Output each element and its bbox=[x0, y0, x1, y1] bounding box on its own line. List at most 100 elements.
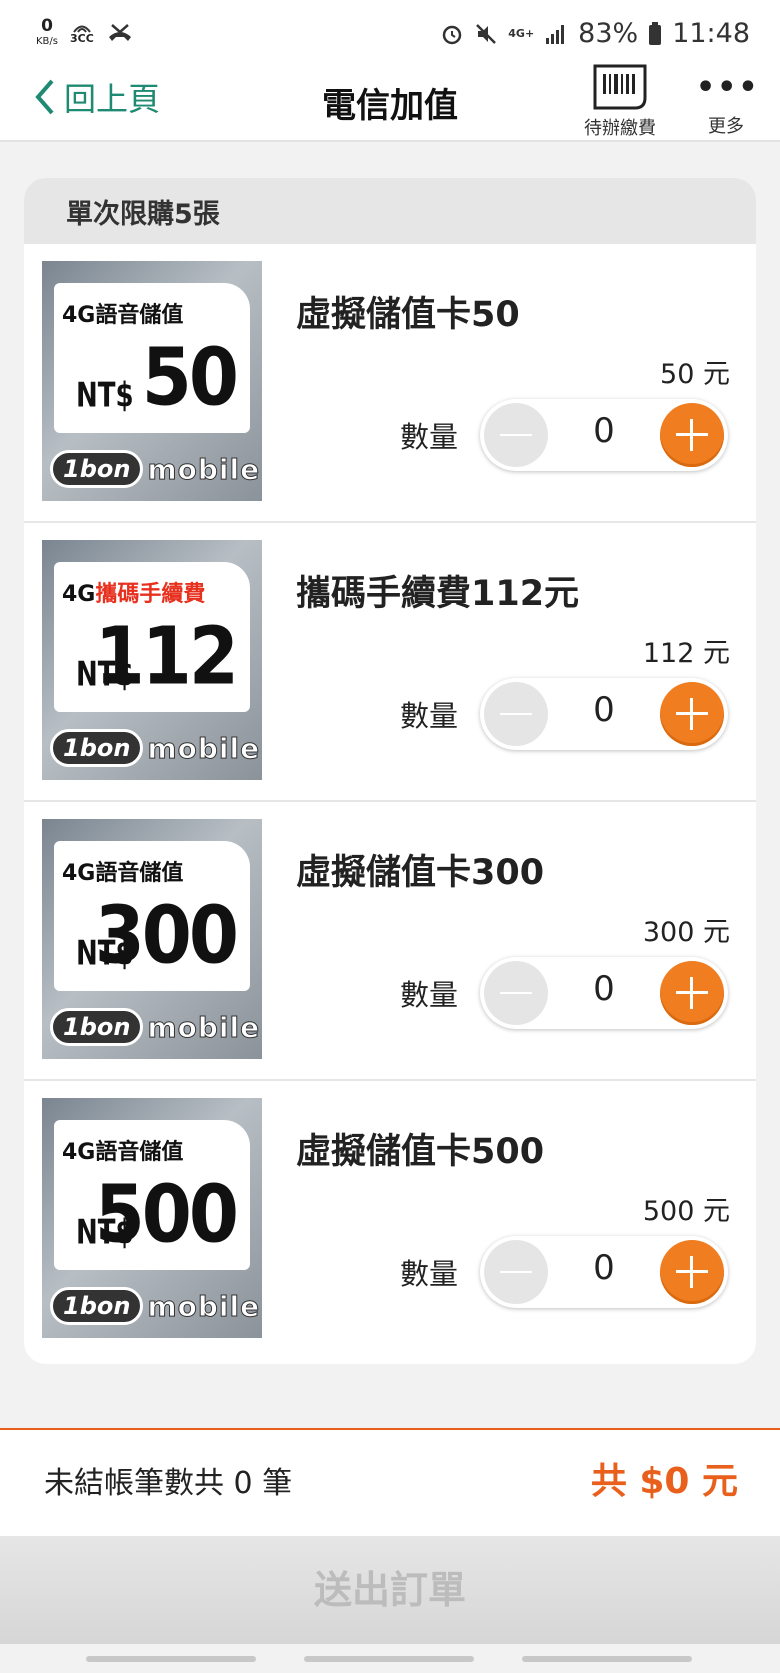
card-thumbnail: 4G語音儲值 NT$ 50 1bon mobile bbox=[42, 261, 262, 501]
network-speed: 0 KB/s bbox=[36, 18, 58, 47]
battery-percent: 83% bbox=[578, 18, 639, 49]
card-thumbnail: 4G攜碼手續費 NT$ 112 1bon mobile bbox=[42, 540, 262, 780]
gesture-pill bbox=[86, 1656, 256, 1662]
status-left: 0 KB/s 3CC bbox=[36, 18, 134, 47]
logo-pill: 1bon bbox=[50, 729, 144, 767]
quantity-label: 數量 bbox=[400, 978, 459, 1012]
card-thumbnail: 4G語音儲值 NT$ 300 1bon mobile bbox=[42, 819, 262, 1059]
card-title-text: 4G語音儲值 bbox=[62, 303, 184, 328]
card-amount: 300 bbox=[94, 888, 239, 982]
more-dots-icon: ••• bbox=[696, 70, 760, 105]
card-title-text: 4G語音儲值 bbox=[62, 861, 184, 886]
decrease-button[interactable] bbox=[484, 403, 548, 467]
decrease-button[interactable] bbox=[484, 682, 548, 746]
more-label: 更多 bbox=[708, 116, 744, 137]
decrease-button[interactable] bbox=[484, 961, 548, 1025]
logo-pill: 1bon bbox=[50, 1008, 144, 1046]
card-title-text: 4G語音儲值 bbox=[62, 1140, 184, 1165]
quantity-value: 0 bbox=[593, 411, 615, 451]
pending-payments-button[interactable]: 待辦繳費 bbox=[578, 64, 662, 140]
card-title: 4G語音儲值 bbox=[62, 1134, 183, 1166]
product-item: 4G語音儲值 NT$ 300 1bon mobile 虛擬儲值卡300 300 … bbox=[24, 802, 756, 1081]
ibon-mobile-logo: 1bon mobile bbox=[50, 725, 260, 771]
status-bar: 0 KB/s 3CC 4G+ 83% 11:48 bbox=[0, 0, 780, 64]
product-name: 虛擬儲值卡300 bbox=[296, 853, 545, 893]
back-label: 回上頁 bbox=[64, 80, 161, 118]
product-price: 50 元 bbox=[660, 359, 730, 390]
logo-pill: 1bon bbox=[50, 1287, 144, 1325]
card-title: 4G攜碼手續費 bbox=[62, 576, 205, 608]
quantity-value: 0 bbox=[593, 690, 615, 730]
logo-word: mobile bbox=[147, 1010, 261, 1044]
card-title-text: 4G bbox=[62, 582, 96, 607]
card-face: 4G語音儲值 NT$ 500 bbox=[54, 1120, 250, 1270]
more-button[interactable]: ••• 更多 bbox=[696, 64, 760, 138]
pending-label: 待辦繳費 bbox=[584, 118, 656, 139]
cc-indicator: 3CC bbox=[70, 21, 94, 44]
battery-icon bbox=[649, 21, 662, 45]
quantity-stepper: 0 bbox=[480, 957, 728, 1029]
quantity-stepper: 0 bbox=[480, 678, 728, 750]
ibon-mobile-logo: 1bon mobile bbox=[50, 1283, 260, 1329]
barcode-receipt-icon bbox=[593, 64, 647, 110]
unpaid-count: 未結帳筆數共 0 筆 bbox=[44, 1466, 293, 1501]
increase-button[interactable] bbox=[660, 961, 724, 1025]
quantity-value: 0 bbox=[593, 1248, 615, 1288]
purchase-limit: 單次限購5張 bbox=[24, 178, 756, 244]
increase-button[interactable] bbox=[660, 403, 724, 467]
quantity-label: 數量 bbox=[400, 699, 459, 733]
logo-pill: 1bon bbox=[50, 450, 144, 488]
increase-button[interactable] bbox=[660, 1240, 724, 1304]
quantity-value: 0 bbox=[593, 969, 615, 1009]
card-face: 4G語音儲值 NT$ 300 bbox=[54, 841, 250, 991]
network-type: 4G+ bbox=[508, 27, 535, 40]
decrease-button[interactable] bbox=[484, 1240, 548, 1304]
card-title: 4G語音儲值 bbox=[62, 855, 183, 887]
missed-call-icon bbox=[108, 23, 131, 41]
product-name: 虛擬儲值卡500 bbox=[296, 1132, 545, 1172]
card-thumbnail: 4G語音儲值 NT$ 500 1bon mobile bbox=[42, 1098, 262, 1338]
product-price: 300 元 bbox=[642, 917, 730, 948]
product-item: 4G語音儲值 NT$ 500 1bon mobile 虛擬儲值卡500 500 … bbox=[24, 1081, 756, 1360]
product-item: 4G語音儲值 NT$ 50 1bon mobile 虛擬儲值卡50 50 元 數… bbox=[24, 244, 756, 523]
gesture-pill bbox=[522, 1656, 692, 1662]
card-amount: 50 bbox=[141, 330, 239, 424]
card-amount: 112 bbox=[94, 609, 239, 703]
chevron-left-icon bbox=[35, 79, 54, 115]
speed-value: 0 bbox=[41, 16, 53, 36]
card-title-highlight: 攜碼手續費 bbox=[95, 582, 206, 607]
card-title: 4G語音儲值 bbox=[62, 297, 183, 329]
order-summary: 未結帳筆數共 0 筆 共 $0 元 bbox=[0, 1428, 780, 1536]
submit-order-button[interactable]: 送出訂單 bbox=[0, 1536, 780, 1644]
ibon-mobile-logo: 1bon mobile bbox=[50, 1004, 260, 1050]
logo-word: mobile bbox=[147, 731, 261, 765]
signal-bars-icon bbox=[546, 24, 565, 44]
card-amount: 500 bbox=[94, 1167, 239, 1261]
card-face: 4G語音儲值 NT$ 50 bbox=[54, 283, 250, 433]
cc-label: 3CC bbox=[70, 32, 94, 45]
product-item: 4G攜碼手續費 NT$ 112 1bon mobile 攜碼手續費112元 11… bbox=[24, 523, 756, 802]
order-total: 共 $0 元 bbox=[590, 1461, 738, 1502]
gesture-bar bbox=[0, 1644, 780, 1673]
app-header: 回上頁 電信加值 待辦繳費 ••• 更多 bbox=[0, 64, 780, 142]
product-price: 112 元 bbox=[642, 638, 730, 669]
clock: 11:48 bbox=[672, 18, 750, 49]
gesture-pill bbox=[304, 1656, 474, 1662]
card-currency: NT$ bbox=[76, 376, 134, 416]
product-price: 500 元 bbox=[642, 1196, 730, 1227]
product-card: 單次限購5張 4G語音儲值 NT$ 50 1bon mobile 虛擬儲值卡50… bbox=[24, 178, 756, 1364]
back-button[interactable]: 回上頁 bbox=[34, 74, 160, 120]
ibon-mobile-logo: 1bon mobile bbox=[50, 446, 260, 492]
increase-button[interactable] bbox=[660, 682, 724, 746]
quantity-label: 數量 bbox=[400, 420, 459, 454]
speed-unit: KB/s bbox=[36, 36, 58, 47]
quantity-label: 數量 bbox=[400, 1257, 459, 1291]
quantity-stepper: 0 bbox=[480, 1236, 728, 1308]
mute-icon bbox=[476, 23, 497, 44]
logo-word: mobile bbox=[147, 1289, 261, 1323]
quantity-stepper: 0 bbox=[480, 399, 728, 471]
logo-word: mobile bbox=[147, 452, 261, 486]
product-name: 攜碼手續費112元 bbox=[296, 574, 580, 614]
card-face: 4G攜碼手續費 NT$ 112 bbox=[54, 562, 250, 712]
status-right: 4G+ 83% 11:48 bbox=[440, 18, 750, 49]
